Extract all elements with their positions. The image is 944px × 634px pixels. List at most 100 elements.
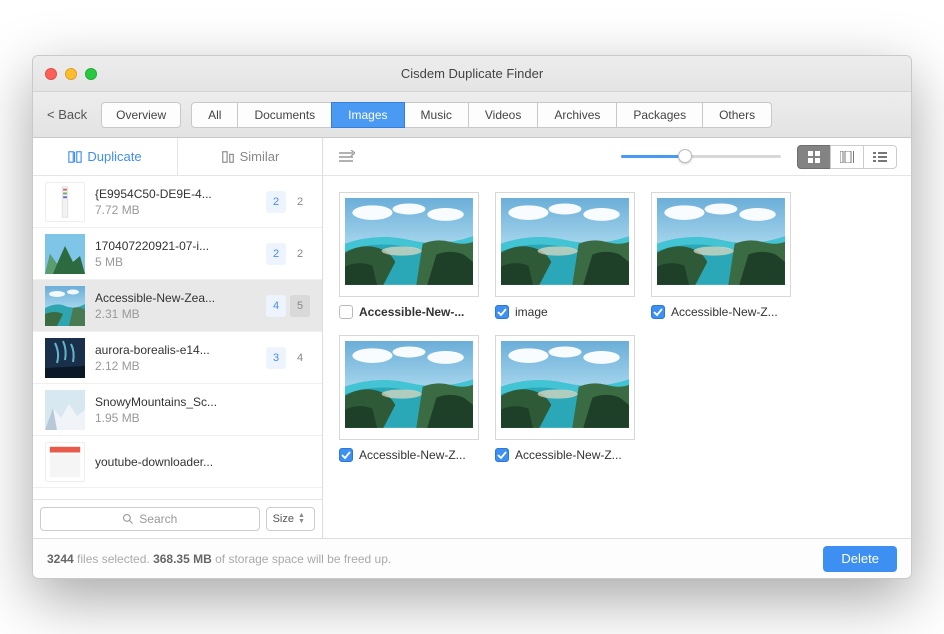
duplicate-tab[interactable]: Duplicate <box>33 138 178 175</box>
gallery-thumbnail <box>339 335 479 440</box>
gallery-item-checkbox[interactable] <box>339 448 353 462</box>
zoom-window-button[interactable] <box>85 68 97 80</box>
gallery-item[interactable]: Accessible-New-... <box>339 192 479 319</box>
tab-videos[interactable]: Videos <box>468 102 538 128</box>
list-item[interactable]: {E9954C50-DE9E-4... 7.72 MB 2 2 <box>33 176 322 228</box>
sidebar: Duplicate Similar {E9954C50-DE9E-4... 7.… <box>33 138 323 538</box>
zoom-slider[interactable] <box>621 147 781 167</box>
item-total-count: 2 <box>290 243 310 265</box>
column-icon <box>840 151 854 163</box>
tab-archives[interactable]: Archives <box>537 102 617 128</box>
stepper-icon: ▲▼ <box>298 513 308 525</box>
filter-icon <box>337 150 355 164</box>
gallery-thumbnail <box>339 192 479 297</box>
duplicate-icon <box>68 150 82 164</box>
item-selected-count: 2 <box>266 191 286 213</box>
list-item[interactable]: 170407220921-07-i... 5 MB 2 2 <box>33 228 322 280</box>
preview-panel: Accessible-New-... image Accessible-New-… <box>323 138 911 538</box>
item-size: 1.95 MB <box>95 411 300 425</box>
gallery-thumbnail <box>651 192 791 297</box>
gallery-item[interactable]: Accessible-New-Z... <box>495 335 635 462</box>
gallery-item-checkbox[interactable] <box>339 305 353 319</box>
similar-tab[interactable]: Similar <box>178 138 322 175</box>
overview-button[interactable]: Overview <box>101 102 181 128</box>
duplicate-tab-label: Duplicate <box>87 149 141 164</box>
tab-music[interactable]: Music <box>404 102 469 128</box>
item-size: 2.12 MB <box>95 359 256 373</box>
item-size: 5 MB <box>95 255 256 269</box>
slider-knob[interactable] <box>678 149 692 163</box>
gallery-item-name: image <box>515 305 548 319</box>
list-item[interactable]: SnowyMountains_Sc... 1.95 MB <box>33 384 322 436</box>
sort-button[interactable]: Size ▲▼ <box>266 507 315 531</box>
app-window: Cisdem Duplicate Finder < Back Overview … <box>32 55 912 579</box>
grid-view-button[interactable] <box>797 145 831 169</box>
status-bar: 3244 files selected. 368.35 MB of storag… <box>33 538 911 578</box>
list-item[interactable]: youtube-downloader... <box>33 436 322 488</box>
search-icon <box>122 513 134 525</box>
search-placeholder: Search <box>139 512 177 526</box>
item-selected-count: 3 <box>266 347 286 369</box>
tab-packages[interactable]: Packages <box>616 102 703 128</box>
gallery-item[interactable]: Accessible-New-Z... <box>651 192 791 319</box>
close-window-button[interactable] <box>45 68 57 80</box>
gallery-item-name: Accessible-New-... <box>359 305 464 319</box>
gallery-item-checkbox[interactable] <box>651 305 665 319</box>
list-item[interactable]: aurora-borealis-e14... 2.12 MB 3 4 <box>33 332 322 384</box>
delete-button[interactable]: Delete <box>823 546 897 572</box>
tab-others[interactable]: Others <box>702 102 772 128</box>
titlebar: Cisdem Duplicate Finder <box>33 56 911 92</box>
main-content: Duplicate Similar {E9954C50-DE9E-4... 7.… <box>33 138 911 538</box>
preview-toolbar <box>323 138 911 176</box>
sort-label: Size <box>273 513 294 525</box>
category-tabs: All Documents Images Music Videos Archiv… <box>191 102 772 128</box>
sidebar-view-tabs: Duplicate Similar <box>33 138 322 176</box>
gallery-item[interactable]: Accessible-New-Z... <box>339 335 479 462</box>
filter-button[interactable] <box>337 150 355 164</box>
list-icon <box>873 151 887 163</box>
similar-tab-label: Similar <box>240 149 280 164</box>
duplicate-groups-list[interactable]: {E9954C50-DE9E-4... 7.72 MB 2 2 17040722… <box>33 176 322 499</box>
item-total-count: 2 <box>290 191 310 213</box>
similar-icon <box>221 150 235 164</box>
item-thumbnail <box>45 338 85 378</box>
freed-size: 368.35 MB <box>153 552 212 566</box>
item-name: Accessible-New-Zea... <box>95 291 256 305</box>
gallery-item-name: Accessible-New-Z... <box>515 448 622 462</box>
tab-documents[interactable]: Documents <box>237 102 332 128</box>
item-size: 2.31 MB <box>95 307 256 321</box>
item-total-count: 4 <box>290 347 310 369</box>
sidebar-footer: Search Size ▲▼ <box>33 499 322 538</box>
search-input[interactable]: Search <box>40 507 260 531</box>
item-total-count: 5 <box>290 295 310 317</box>
status-text: 3244 files selected. 368.35 MB of storag… <box>47 552 391 566</box>
gallery-thumbnail <box>495 335 635 440</box>
selected-count: 3244 <box>47 552 74 566</box>
item-selected-count: 4 <box>266 295 286 317</box>
gallery-item-checkbox[interactable] <box>495 305 509 319</box>
gallery-item-name: Accessible-New-Z... <box>671 305 778 319</box>
item-name: {E9954C50-DE9E-4... <box>95 187 256 201</box>
minimize-window-button[interactable] <box>65 68 77 80</box>
tab-all[interactable]: All <box>191 102 238 128</box>
item-thumbnail <box>45 442 85 482</box>
item-selected-count: 2 <box>266 243 286 265</box>
item-name: youtube-downloader... <box>95 455 310 469</box>
view-mode-switch <box>797 145 897 169</box>
tab-images[interactable]: Images <box>331 102 404 128</box>
item-size: 7.72 MB <box>95 203 256 217</box>
main-toolbar: < Back Overview All Documents Images Mus… <box>33 92 911 138</box>
gallery-item-name: Accessible-New-Z... <box>359 448 466 462</box>
list-view-button[interactable] <box>863 145 897 169</box>
gallery-thumbnail <box>495 192 635 297</box>
gallery-item-checkbox[interactable] <box>495 448 509 462</box>
item-name: 170407220921-07-i... <box>95 239 256 253</box>
gallery-item[interactable]: image <box>495 192 635 319</box>
grid-icon <box>807 150 821 164</box>
list-item[interactable]: Accessible-New-Zea... 2.31 MB 4 5 <box>33 280 322 332</box>
back-button[interactable]: < Back <box>43 103 91 126</box>
item-thumbnail <box>45 390 85 430</box>
column-view-button[interactable] <box>830 145 864 169</box>
gallery: Accessible-New-... image Accessible-New-… <box>323 176 911 538</box>
item-name: aurora-borealis-e14... <box>95 343 256 357</box>
